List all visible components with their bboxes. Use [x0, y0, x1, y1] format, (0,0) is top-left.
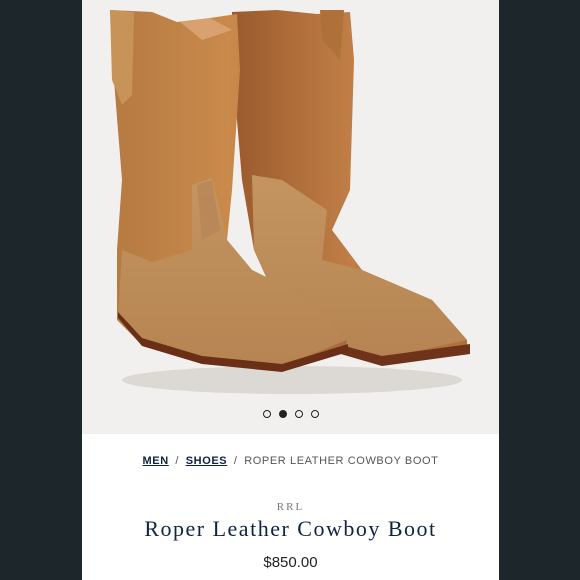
- product-page: MEN / SHOES / ROPER LEATHER COWBOY BOOT …: [82, 0, 499, 580]
- breadcrumb-separator: /: [175, 455, 180, 467]
- breadcrumb-link-men[interactable]: MEN: [143, 455, 169, 467]
- breadcrumb-separator: /: [233, 455, 238, 467]
- breadcrumb-link-shoes[interactable]: SHOES: [186, 455, 228, 467]
- breadcrumb-current: ROPER LEATHER COWBOY BOOT: [244, 455, 439, 467]
- product-brand: RRL: [276, 501, 305, 513]
- breadcrumb: MEN / SHOES / ROPER LEATHER COWBOY BOOT: [82, 455, 499, 467]
- product-price: $850.00: [263, 554, 318, 571]
- carousel-dot-1[interactable]: [262, 410, 271, 418]
- carousel-dot-4[interactable]: [310, 410, 319, 418]
- product-image-gallery[interactable]: [82, 0, 499, 434]
- carousel-dot-3[interactable]: [294, 410, 303, 418]
- carousel-dots: [82, 410, 499, 418]
- product-image: [110, 10, 470, 394]
- product-title: Roper Leather Cowboy Boot: [144, 516, 437, 541]
- carousel-dot-2[interactable]: [278, 410, 287, 418]
